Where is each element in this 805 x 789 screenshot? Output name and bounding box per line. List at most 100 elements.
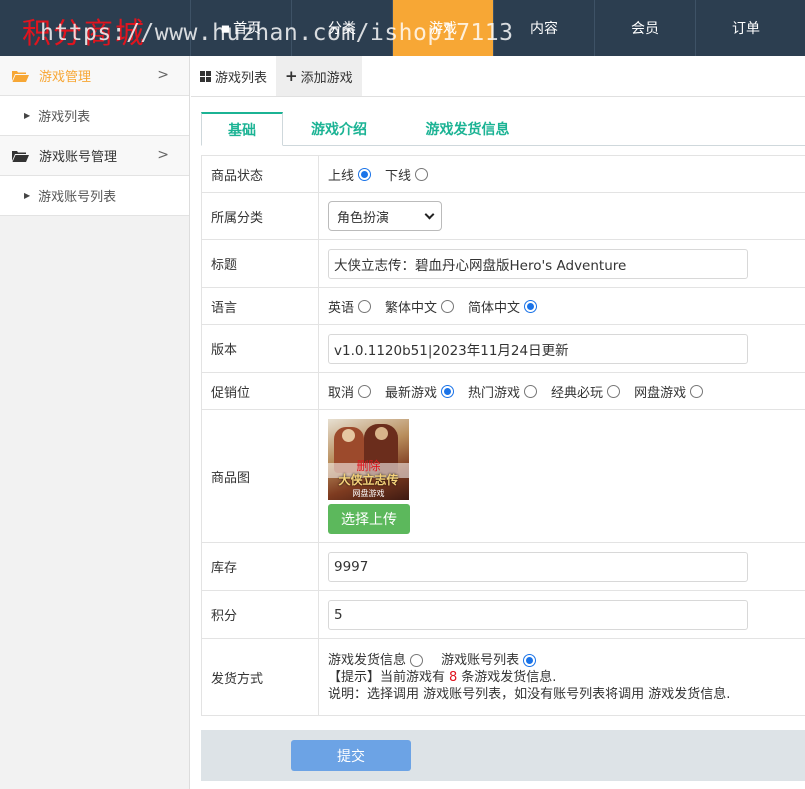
radio-unchecked[interactable]	[415, 167, 429, 181]
tab-shipping-info[interactable]: 游戏发货信息	[395, 112, 540, 146]
title-input[interactable]: 大侠立志传：碧血丹心网盘版Hero's Adventure	[328, 248, 748, 279]
nav-members[interactable]: 会员	[594, 0, 695, 56]
status-online-option[interactable]: 上线	[328, 165, 372, 184]
chevron-right-icon: >	[157, 67, 169, 83]
shipping-hint: 【提示】当前游戏有 8 条游戏发货信息.	[328, 669, 556, 686]
sidebar-item-account-list[interactable]: ▶ 游戏账号列表	[0, 176, 189, 216]
category-label: 所属分类	[202, 193, 319, 239]
product-image: 删除 大侠立志传 网盘游戏	[328, 418, 409, 500]
language-traditional-text: 繁体中文	[385, 300, 438, 316]
row-status: 商品状态 上线 下线	[202, 156, 805, 193]
row-image: 商品图 删除 大侠立志传 网盘游戏 选择上传	[202, 410, 805, 543]
tab-game-intro[interactable]: 游戏介绍	[283, 112, 395, 146]
radio-checked[interactable]	[523, 653, 537, 667]
status-label: 商品状态	[202, 156, 319, 192]
shipping-account-option[interactable]: 游戏账号列表	[441, 652, 537, 669]
promo-cloud-text: 网盘游戏	[634, 385, 687, 401]
radio-unchecked[interactable]	[358, 384, 372, 398]
submit-bar: 提交	[201, 730, 805, 781]
promo-classic-text: 经典必玩	[551, 385, 604, 401]
points-label: 积分	[202, 591, 319, 638]
category-select[interactable]: 角色扮演	[328, 201, 442, 231]
sidebar: 游戏管理 > ▶ 游戏列表 游戏账号管理 > ▶ 游戏账号列表	[0, 56, 190, 789]
promo-label: 促销位	[202, 373, 319, 409]
hint-suffix: 条游戏发货信息.	[461, 669, 557, 685]
game-form: 商品状态 上线 下线 所属分类 角色扮演 标题 大侠立志传：碧血丹心网盘版Her…	[201, 155, 805, 716]
form-section-tabs: 基础 游戏介绍 游戏发货信息	[201, 112, 805, 146]
stock-label: 库存	[202, 543, 319, 590]
radio-unchecked[interactable]	[524, 384, 538, 398]
promo-classic-option[interactable]: 经典必玩	[551, 382, 621, 401]
tab-game-list-label: 游戏列表	[215, 70, 268, 86]
sidebar-group-account-management[interactable]: 游戏账号管理 >	[0, 136, 189, 176]
nav-home-label: 首页	[233, 21, 262, 37]
top-navbar: 积分商城 ◼ 首页 分类 游戏 内容 会员 订单 https://www.huz…	[0, 0, 805, 56]
plus-icon: +	[285, 67, 298, 85]
nav-home[interactable]: ◼ 首页	[190, 0, 291, 56]
radio-checked[interactable]	[358, 167, 372, 181]
nav-games-label: 游戏	[429, 21, 457, 37]
tab-add-game[interactable]: + 添加游戏	[276, 56, 362, 96]
nav-category-label: 分类	[328, 21, 356, 37]
radio-unchecked[interactable]	[410, 653, 424, 667]
sidebar-group-game-management[interactable]: 游戏管理 >	[0, 56, 189, 96]
nav-orders[interactable]: 订单	[695, 0, 796, 56]
status-offline-option[interactable]: 下线	[385, 165, 429, 184]
radio-unchecked[interactable]	[607, 384, 621, 398]
status-online-text: 上线	[328, 168, 355, 184]
promo-hot-text: 热门游戏	[468, 385, 521, 401]
folder-open-icon	[12, 150, 29, 162]
caret-right-icon: ▶	[24, 111, 31, 120]
sidebar-group-label: 游戏账号管理	[39, 150, 118, 165]
image-game-title: 大侠立志传	[338, 472, 399, 487]
sidebar-group-label: 游戏管理	[39, 70, 92, 85]
nav-orders-label: 订单	[732, 21, 760, 37]
version-input[interactable]: v1.0.1120b51|2023年11月24日更新	[328, 333, 748, 364]
language-simplified-option[interactable]: 简体中文	[468, 297, 538, 316]
row-promo: 促销位 取消 最新游戏 热门游戏 经典必玩 网盘游戏	[202, 373, 805, 410]
language-english-text: 英语	[328, 300, 355, 316]
promo-cloud-option[interactable]: 网盘游戏	[634, 382, 704, 401]
stock-input[interactable]: 9997	[328, 551, 748, 582]
hint-count: 8	[449, 669, 458, 685]
nav-members-label: 会员	[631, 21, 659, 37]
upload-button[interactable]: 选择上传	[328, 503, 410, 534]
nav-games[interactable]: 游戏	[392, 0, 493, 56]
language-english-option[interactable]: 英语	[328, 297, 372, 316]
points-input[interactable]: 5	[328, 599, 748, 630]
chevron-right-icon: >	[157, 147, 169, 163]
tab-add-game-label: 添加游戏	[300, 70, 353, 86]
promo-newest-text: 最新游戏	[385, 385, 438, 401]
row-points: 积分 5	[202, 591, 805, 639]
promo-cancel-option[interactable]: 取消	[328, 382, 372, 401]
submit-button[interactable]: 提交	[291, 740, 411, 771]
tab-basic[interactable]: 基础	[201, 112, 283, 146]
status-offline-text: 下线	[385, 168, 412, 184]
title-label: 标题	[202, 240, 319, 287]
shipping-account-text: 游戏账号列表	[441, 652, 520, 668]
radio-checked[interactable]	[441, 384, 455, 398]
radio-unchecked[interactable]	[690, 384, 704, 398]
nav-category[interactable]: 分类	[291, 0, 392, 56]
sidebar-item-game-list[interactable]: ▶ 游戏列表	[0, 96, 189, 136]
main-nav: ◼ 首页 分类 游戏 内容 会员 订单	[190, 0, 796, 56]
version-label: 版本	[202, 325, 319, 372]
promo-newest-option[interactable]: 最新游戏	[385, 382, 455, 401]
radio-unchecked[interactable]	[358, 299, 372, 313]
page-tabs: 游戏列表 + 添加游戏	[191, 56, 805, 97]
language-simplified-text: 简体中文	[468, 300, 521, 316]
radio-checked[interactable]	[524, 299, 538, 313]
radio-unchecked[interactable]	[441, 299, 455, 313]
language-traditional-option[interactable]: 繁体中文	[385, 297, 455, 316]
promo-hot-option[interactable]: 热门游戏	[468, 382, 538, 401]
brand-name: 积分商城	[22, 16, 147, 50]
hint-prefix: 【提示】当前游戏有	[328, 669, 446, 685]
row-shipping: 发货方式 游戏发货信息 游戏账号列表 【提示】当前游戏有 8 条游戏发货信息. 说明…	[202, 639, 805, 716]
sidebar-item-label: 游戏账号列表	[38, 190, 117, 205]
caret-right-icon: ▶	[24, 191, 31, 200]
shipping-label: 发货方式	[202, 639, 319, 715]
brand-logo[interactable]: 积分商城	[0, 0, 190, 56]
shipping-info-option[interactable]: 游戏发货信息	[328, 652, 424, 669]
nav-content[interactable]: 内容	[493, 0, 594, 56]
tab-game-list[interactable]: 游戏列表	[191, 56, 276, 96]
